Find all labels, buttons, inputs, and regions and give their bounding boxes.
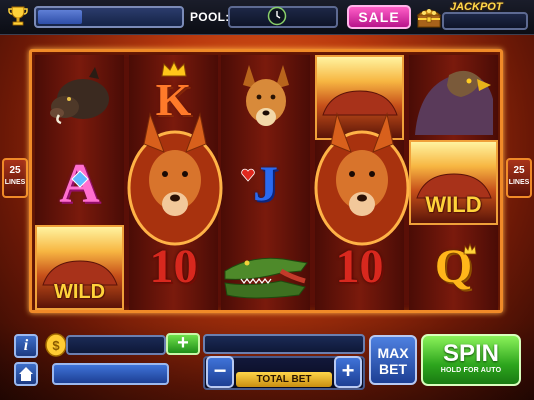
win-display — [203, 334, 365, 354]
crown-icon — [463, 243, 477, 255]
reel-area: A WILD K 10 — [29, 49, 503, 313]
queen-symbol: Q — [409, 225, 498, 310]
spin-sub-label: HOLD FOR AUTO — [440, 367, 502, 374]
lines-count: 25 — [513, 165, 525, 176]
jack-letter: J — [253, 155, 278, 211]
boar-icon — [50, 67, 109, 125]
total-bet-label: TOTAL BET — [236, 372, 332, 387]
dingo-icon — [243, 65, 289, 126]
ace-symbol: A — [35, 140, 124, 225]
info-button[interactable]: i — [14, 334, 38, 358]
pool-label: POOL: — [190, 10, 230, 24]
bet-increase-button[interactable]: + — [334, 356, 362, 388]
kangaroo-symbol — [314, 112, 410, 246]
reel-1: A WILD — [35, 55, 124, 310]
clock-icon — [267, 6, 287, 26]
treasure-chest-icon[interactable] — [416, 5, 442, 29]
svg-text:$: $ — [52, 338, 60, 353]
trophy-icon[interactable] — [6, 4, 30, 28]
home-button[interactable] — [14, 362, 38, 386]
buy-coins-button[interactable]: + — [166, 333, 200, 355]
coin-icon: $ — [45, 333, 67, 357]
balance-display — [66, 335, 166, 355]
lines-unit: LINES — [508, 179, 530, 186]
queen-letter: Q — [434, 240, 473, 293]
kangaroo-symbol — [127, 112, 223, 246]
diamond-gem-icon — [71, 170, 89, 188]
wild-label: WILD — [53, 281, 106, 303]
spin-label: SPIN — [442, 340, 499, 367]
max-bet-line2: BET — [379, 361, 407, 377]
xp-bar — [52, 363, 169, 385]
wild-rock-symbol: WILD — [35, 225, 124, 310]
reel-3: J — [221, 55, 310, 310]
max-bet-button[interactable]: MAX BET — [369, 335, 417, 385]
jack-symbol: J — [221, 140, 310, 225]
boar-symbol — [35, 55, 124, 140]
max-bet-line1: MAX — [377, 345, 409, 361]
dingo-symbol — [221, 55, 310, 140]
crocodile-symbol — [221, 225, 310, 310]
home-icon — [19, 367, 33, 381]
crocodile-icon — [224, 257, 308, 299]
level-progress-bar — [34, 6, 184, 28]
eagle-symbol — [409, 55, 498, 140]
reel-5: WILD Q — [409, 55, 498, 310]
jackpot-value-box — [442, 12, 528, 30]
wild-rock-symbol: WILD — [409, 140, 498, 225]
bet-decrease-button[interactable]: − — [206, 356, 234, 388]
paylines-indicator-right: 25 LINES — [506, 158, 532, 198]
lines-unit: LINES — [4, 179, 26, 186]
paylines-indicator-left: 25 LINES — [2, 158, 28, 198]
eagle-icon — [415, 70, 493, 135]
lines-count: 25 — [9, 165, 21, 176]
sale-button[interactable]: SALE — [347, 5, 411, 29]
level-progress-fill — [38, 10, 82, 24]
wild-label: WILD — [425, 192, 482, 217]
spin-button[interactable]: SPIN HOLD FOR AUTO — [421, 334, 521, 386]
